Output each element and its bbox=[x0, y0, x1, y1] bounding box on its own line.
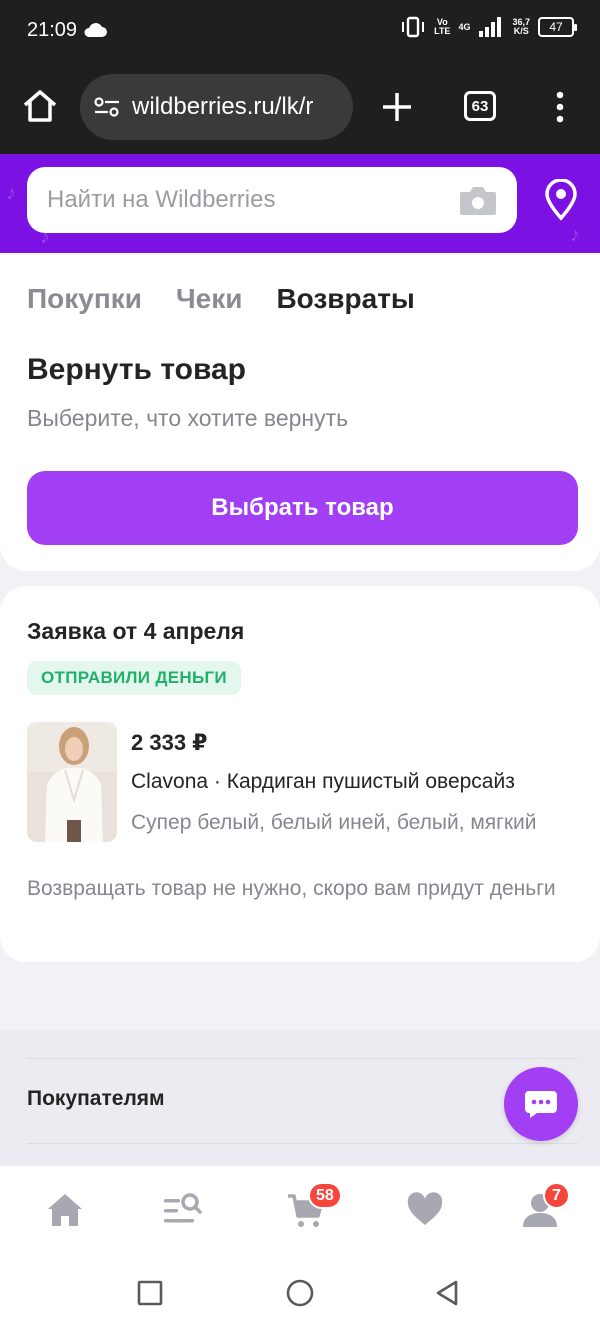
home-icon[interactable] bbox=[45, 1190, 85, 1230]
tabs-count-button[interactable]: 63 bbox=[464, 91, 496, 121]
wb-header: ♪ ♪ ♪ Найти на Wildberries bbox=[0, 154, 600, 254]
tab-returns[interactable]: Возвраты bbox=[276, 283, 414, 315]
bottom-nav: 58 7 bbox=[0, 1166, 600, 1256]
camera-icon[interactable] bbox=[458, 183, 498, 217]
status-icons: Vo LTE 4G 36,7 K/S 47 bbox=[400, 16, 577, 38]
network-gen-label: 4G bbox=[458, 21, 471, 32]
profile-badge: 7 bbox=[543, 1182, 570, 1209]
battery-level: 47 bbox=[549, 20, 563, 34]
plus-icon[interactable] bbox=[380, 90, 414, 124]
browser-toolbar: wildberries.ru/lk/r 63 bbox=[0, 62, 600, 154]
tabs-bar: Покупки Чеки Возвраты bbox=[27, 283, 415, 315]
search-placeholder: Найти на Wildberries bbox=[47, 186, 276, 213]
url-bar[interactable]: wildberries.ru/lk/r bbox=[80, 74, 353, 140]
more-vertical-icon[interactable] bbox=[548, 90, 572, 124]
vibrate-icon bbox=[402, 16, 425, 38]
back-triangle-icon[interactable] bbox=[432, 1278, 462, 1308]
status-bar: 21:09 Vo LTE 4G 36,7 K/S 47 bbox=[0, 0, 600, 62]
cart-badge: 58 bbox=[308, 1182, 342, 1209]
battery-icon: 47 bbox=[538, 17, 577, 37]
returns-title: Вернуть товар bbox=[27, 353, 246, 386]
location-pin-icon[interactable] bbox=[542, 179, 580, 221]
chat-bubble-icon bbox=[525, 1091, 557, 1118]
product-price: 2 333 ₽ bbox=[131, 730, 208, 755]
product-image[interactable] bbox=[27, 722, 117, 842]
decor-sparkle-icon: ♪ bbox=[6, 182, 16, 204]
search-input[interactable]: Найти на Wildberries bbox=[27, 167, 517, 233]
volte-label: Vo LTE bbox=[434, 17, 451, 36]
footer-divider bbox=[27, 1143, 578, 1144]
footer-divider bbox=[27, 1058, 578, 1059]
product-color: Супер белый, белый иней, белый, мягкий bbox=[131, 811, 537, 834]
request-note: Возвращать товар не нужно, скоро вам при… bbox=[27, 877, 556, 900]
cloud-icon bbox=[84, 23, 107, 37]
system-nav-bar bbox=[0, 1256, 600, 1332]
catalog-search-icon[interactable] bbox=[162, 1190, 202, 1230]
footer-link-buyers[interactable]: Покупателям bbox=[27, 1087, 165, 1111]
speed-label: 36,7 K/S bbox=[512, 17, 530, 36]
status-badge: ОТПРАВИЛИ ДЕНЬГИ bbox=[27, 661, 241, 695]
product-name: Clavona · Кардиган пушистый оверсайз bbox=[131, 770, 515, 793]
home-icon[interactable] bbox=[20, 86, 60, 126]
heart-icon[interactable] bbox=[405, 1190, 445, 1230]
home-circle-icon[interactable] bbox=[285, 1278, 315, 1308]
chat-button[interactable] bbox=[504, 1067, 578, 1141]
returns-subtitle: Выберите, что хотите вернуть bbox=[27, 405, 349, 431]
status-time: 21:09 bbox=[27, 19, 78, 41]
tune-icon[interactable] bbox=[92, 95, 122, 119]
tabs-count: 63 bbox=[471, 97, 489, 115]
return-request-card[interactable]: Заявка от 4 апреля ОТПРАВИЛИ ДЕНЬГИ 2 33… bbox=[0, 586, 600, 962]
url-text[interactable]: wildberries.ru/lk/r bbox=[132, 93, 313, 121]
returns-card: Покупки Чеки Возвраты Вернуть товар Выбе… bbox=[0, 253, 600, 571]
recents-square-icon[interactable] bbox=[135, 1278, 165, 1308]
request-title: Заявка от 4 апреля bbox=[27, 618, 245, 644]
signal-icon bbox=[479, 17, 502, 37]
decor-sparkle-icon: ♪ bbox=[570, 224, 580, 246]
tab-purchases[interactable]: Покупки bbox=[27, 283, 142, 315]
tab-receipts[interactable]: Чеки bbox=[176, 283, 242, 315]
select-product-button[interactable]: Выбрать товар bbox=[27, 471, 578, 545]
